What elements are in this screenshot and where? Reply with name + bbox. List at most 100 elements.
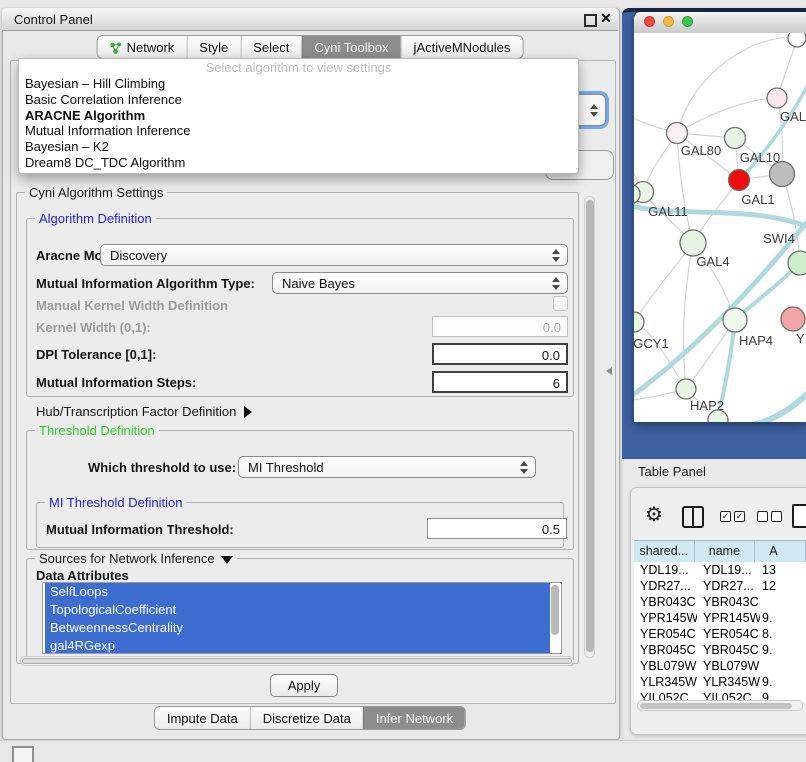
dpi-tolerance-label: DPI Tolerance [0,1]:	[36, 348, 156, 362]
tab-infer-network[interactable]: Infer Network	[363, 707, 465, 730]
gear-icon[interactable]: ⚙	[645, 503, 663, 527]
table-cell: YPR145W	[634, 610, 697, 626]
mi-type-value: Naive Bayes	[282, 276, 355, 291]
attribute-item[interactable]: gal4RGexp	[45, 637, 550, 654]
mi-threshold-field[interactable]: 0.5	[427, 518, 567, 539]
table-row[interactable]: YBR045CYBR045C9.	[634, 642, 806, 658]
table-row[interactable]: YLR345WYLR345W9.	[634, 674, 806, 690]
mi-algorithm-type-select[interactable]: Naive Bayes	[272, 272, 568, 294]
close-icon[interactable]: ✕	[600, 10, 612, 26]
attribute-item[interactable]: BetweennessCentrality	[45, 619, 550, 637]
window-minimize-traffic-icon[interactable]	[663, 16, 674, 27]
tab-network[interactable]: Network	[98, 36, 187, 59]
control-panel-titlebar[interactable]	[2, 8, 618, 31]
node-GAL4[interactable]	[680, 230, 706, 256]
algorithm-option[interactable]: ARACNE Algorithm	[19, 108, 578, 124]
dpi-tolerance-field[interactable]: 0.0	[432, 343, 568, 365]
which-threshold-select[interactable]: MI Threshold	[238, 456, 536, 478]
table-column-header[interactable]: A	[755, 541, 806, 563]
algorithm-option[interactable]: Mutual Information Inference	[19, 123, 578, 139]
manual-kernel-label: Manual Kernel Width Definition	[36, 299, 228, 313]
attribute-item[interactable]: SelfLoops	[45, 583, 550, 601]
hub-definition-expander[interactable]: Hub/Transcription Factor Definition	[36, 405, 252, 419]
mi-steps-field[interactable]: 6	[432, 371, 568, 393]
table-hscrollbar[interactable]	[637, 700, 803, 711]
float-window-icon[interactable]	[584, 14, 597, 27]
table-row[interactable]: YBR043CYBR043C	[634, 594, 806, 610]
vscrollbar-thumb[interactable]	[586, 200, 594, 652]
table-cell: YLR345W	[634, 674, 697, 690]
table-column-header[interactable]: name	[695, 541, 756, 563]
manual-kernel-checkbox[interactable]	[553, 296, 568, 311]
tab-discretize-data[interactable]: Discretize Data	[250, 707, 363, 730]
network-window-titlebar[interactable]	[634, 12, 806, 34]
table-row[interactable]: YDL19...YDL19...13	[634, 562, 806, 578]
table-cell: YER054C	[697, 626, 760, 642]
select-all-checkbox-icon[interactable]: ✓	[734, 511, 745, 522]
tab-select[interactable]: Select	[240, 36, 301, 59]
node-SWI4[interactable]	[788, 251, 806, 275]
tab-style[interactable]: Style	[186, 36, 240, 59]
table-cell: 9.	[760, 674, 806, 690]
clear-selection-checkbox-icon[interactable]	[757, 511, 768, 522]
node-GAL1[interactable]	[729, 170, 750, 191]
kernel-width-field[interactable]: 0.0	[432, 316, 568, 337]
list-scrollbar-thumb[interactable]	[551, 585, 559, 635]
select-all-checkbox-icon[interactable]: ✓	[720, 511, 731, 522]
attribute-item[interactable]: TopologicalCoefficient	[45, 601, 550, 619]
node-HAP2[interactable]	[676, 379, 696, 399]
table-cell: YDL19...	[697, 562, 760, 578]
table-column-header[interactable]: shared...	[634, 541, 695, 563]
settings-hscrollbar[interactable]	[20, 656, 574, 666]
node-gal-pink-label: GAL	[780, 109, 806, 124]
network-edge-highlighted	[634, 223, 806, 397]
network-edge	[677, 38, 797, 133]
stepper-arrows-icon	[520, 461, 528, 474]
table-row[interactable]: YBL079WYBL079W	[634, 658, 806, 674]
apply-button[interactable]: Apply	[270, 674, 338, 697]
collapse-arrow-icon	[221, 556, 233, 564]
aracne-mode-select[interactable]: Discovery	[100, 244, 568, 266]
node-gray[interactable]	[770, 162, 795, 187]
node-GAL10[interactable]	[725, 128, 746, 149]
control-panel-title: Control Panel	[14, 12, 93, 27]
network-canvas[interactable]: GALGAL80GAL10GAL1GAL11SWI4GAL4HAP4YGCY1H…	[634, 33, 806, 422]
table-row[interactable]: YDR27...YDR27...12	[634, 578, 806, 594]
tab-label: Cyni Toolbox	[314, 40, 388, 55]
node-GAL1-label: GAL1	[741, 192, 774, 207]
algorithm-option[interactable]: Dream8 DC_TDC Algorithm	[19, 155, 578, 171]
node-GAL80[interactable]	[667, 123, 688, 144]
settings-vscrollbar[interactable]	[584, 196, 595, 658]
node-GCY1[interactable]	[634, 312, 644, 332]
algorithm-option[interactable]: Basic Correlation Inference	[19, 92, 578, 108]
algorithm-option[interactable]: Bayesian – K2	[19, 139, 578, 155]
stepper-arrows-icon	[590, 104, 598, 117]
table-row[interactable]: YPR145WYPR145W9.	[634, 610, 806, 626]
table-cell: YBR043C	[634, 594, 697, 610]
table-row[interactable]: YER054CYER054C8.	[634, 626, 806, 642]
table-cell: YER054C	[634, 626, 697, 642]
window-close-traffic-icon[interactable]	[644, 16, 655, 27]
window-zoom-traffic-icon[interactable]	[682, 16, 693, 27]
splitter-handle-icon[interactable]	[606, 367, 612, 375]
hscrollbar-thumb[interactable]	[22, 658, 572, 664]
minimized-panel-icon[interactable]	[12, 746, 34, 762]
table-cell: YLR345W	[697, 674, 760, 690]
columns-icon[interactable]	[682, 506, 704, 528]
cyni-settings-group-title: Cyni Algorithm Settings	[25, 185, 167, 200]
tab-jactivemnodules[interactable]: jActiveMNodules	[401, 36, 523, 59]
control-panel-tabs: NetworkStyleSelect Cyni Toolbox jActiveMNo…	[97, 35, 524, 59]
data-attributes-list[interactable]: SelfLoopsTopologicalCoefficientBetweenne…	[42, 582, 562, 654]
node-partial-top[interactable]	[788, 33, 806, 47]
sources-group-title: Sources for Network Inference	[35, 551, 237, 566]
file-icon[interactable]	[792, 504, 806, 528]
node-gal-pink[interactable]	[767, 88, 787, 108]
tab-cyni-toolbox[interactable]: Cyni Toolbox	[301, 36, 400, 59]
node-HAP4[interactable]	[723, 308, 747, 332]
clear-selection-checkbox-icon[interactable]	[771, 511, 782, 522]
table-hscrollbar-thumb[interactable]	[640, 703, 792, 709]
algorithm-option[interactable]: Bayesian – Hill Climbing	[19, 76, 578, 92]
table-cell: YBR043C	[697, 594, 760, 610]
tab-impute-data[interactable]: Impute Data	[155, 707, 250, 730]
node-Y-salmon[interactable]	[781, 307, 805, 331]
